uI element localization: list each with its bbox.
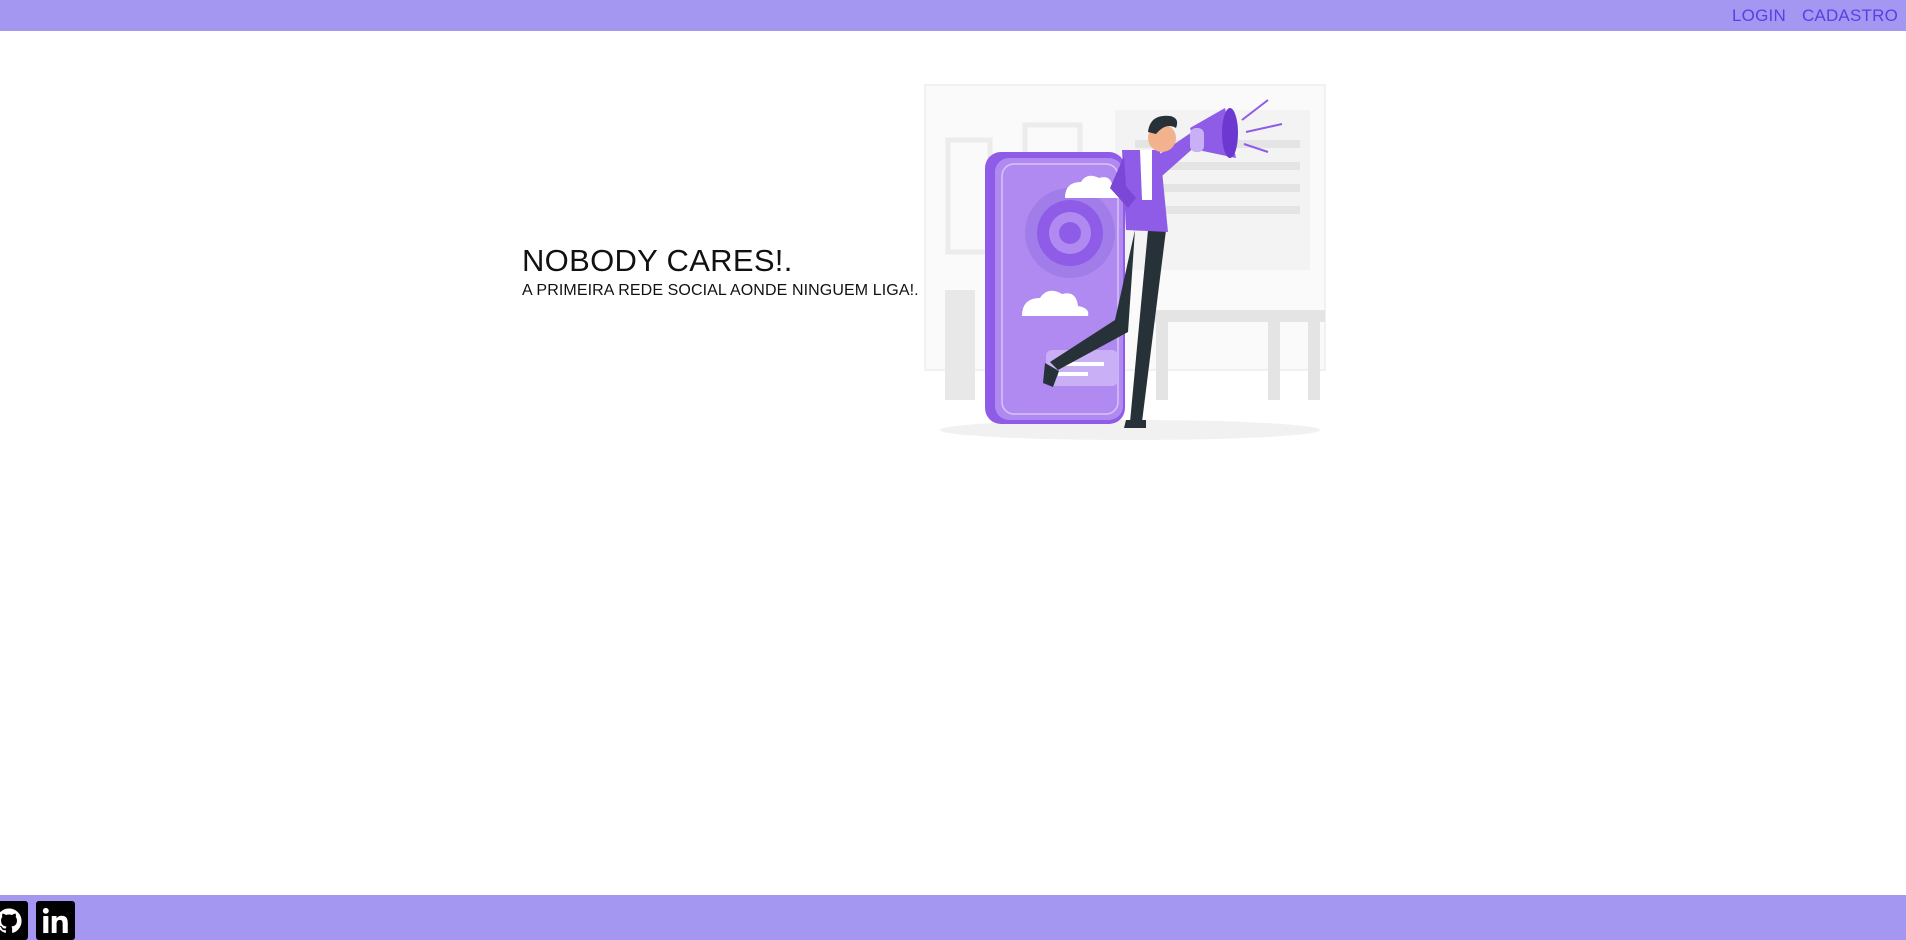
linkedin-icon bbox=[42, 907, 68, 933]
github-link[interactable] bbox=[0, 901, 28, 940]
signup-link[interactable]: CADASTRO bbox=[1802, 6, 1898, 26]
linkedin-link[interactable] bbox=[36, 901, 75, 940]
hero-text: NOBODY CARES!. A PRIMEIRA REDE SOCIAL AO… bbox=[522, 243, 919, 300]
hero-illustration bbox=[890, 80, 1380, 450]
github-icon bbox=[0, 907, 22, 933]
login-link[interactable]: LOGIN bbox=[1732, 6, 1786, 26]
top-nav: LOGIN CADASTRO bbox=[1732, 0, 1898, 31]
hero-title: NOBODY CARES!. bbox=[522, 243, 793, 278]
hero-subtitle: A PRIMEIRA REDE SOCIAL AONDE NINGUEM LIG… bbox=[522, 282, 919, 300]
top-navbar: LOGIN CADASTRO bbox=[0, 0, 1906, 31]
footer-bar bbox=[0, 895, 1906, 940]
megaphone-illustration-icon bbox=[924, 84, 1326, 440]
